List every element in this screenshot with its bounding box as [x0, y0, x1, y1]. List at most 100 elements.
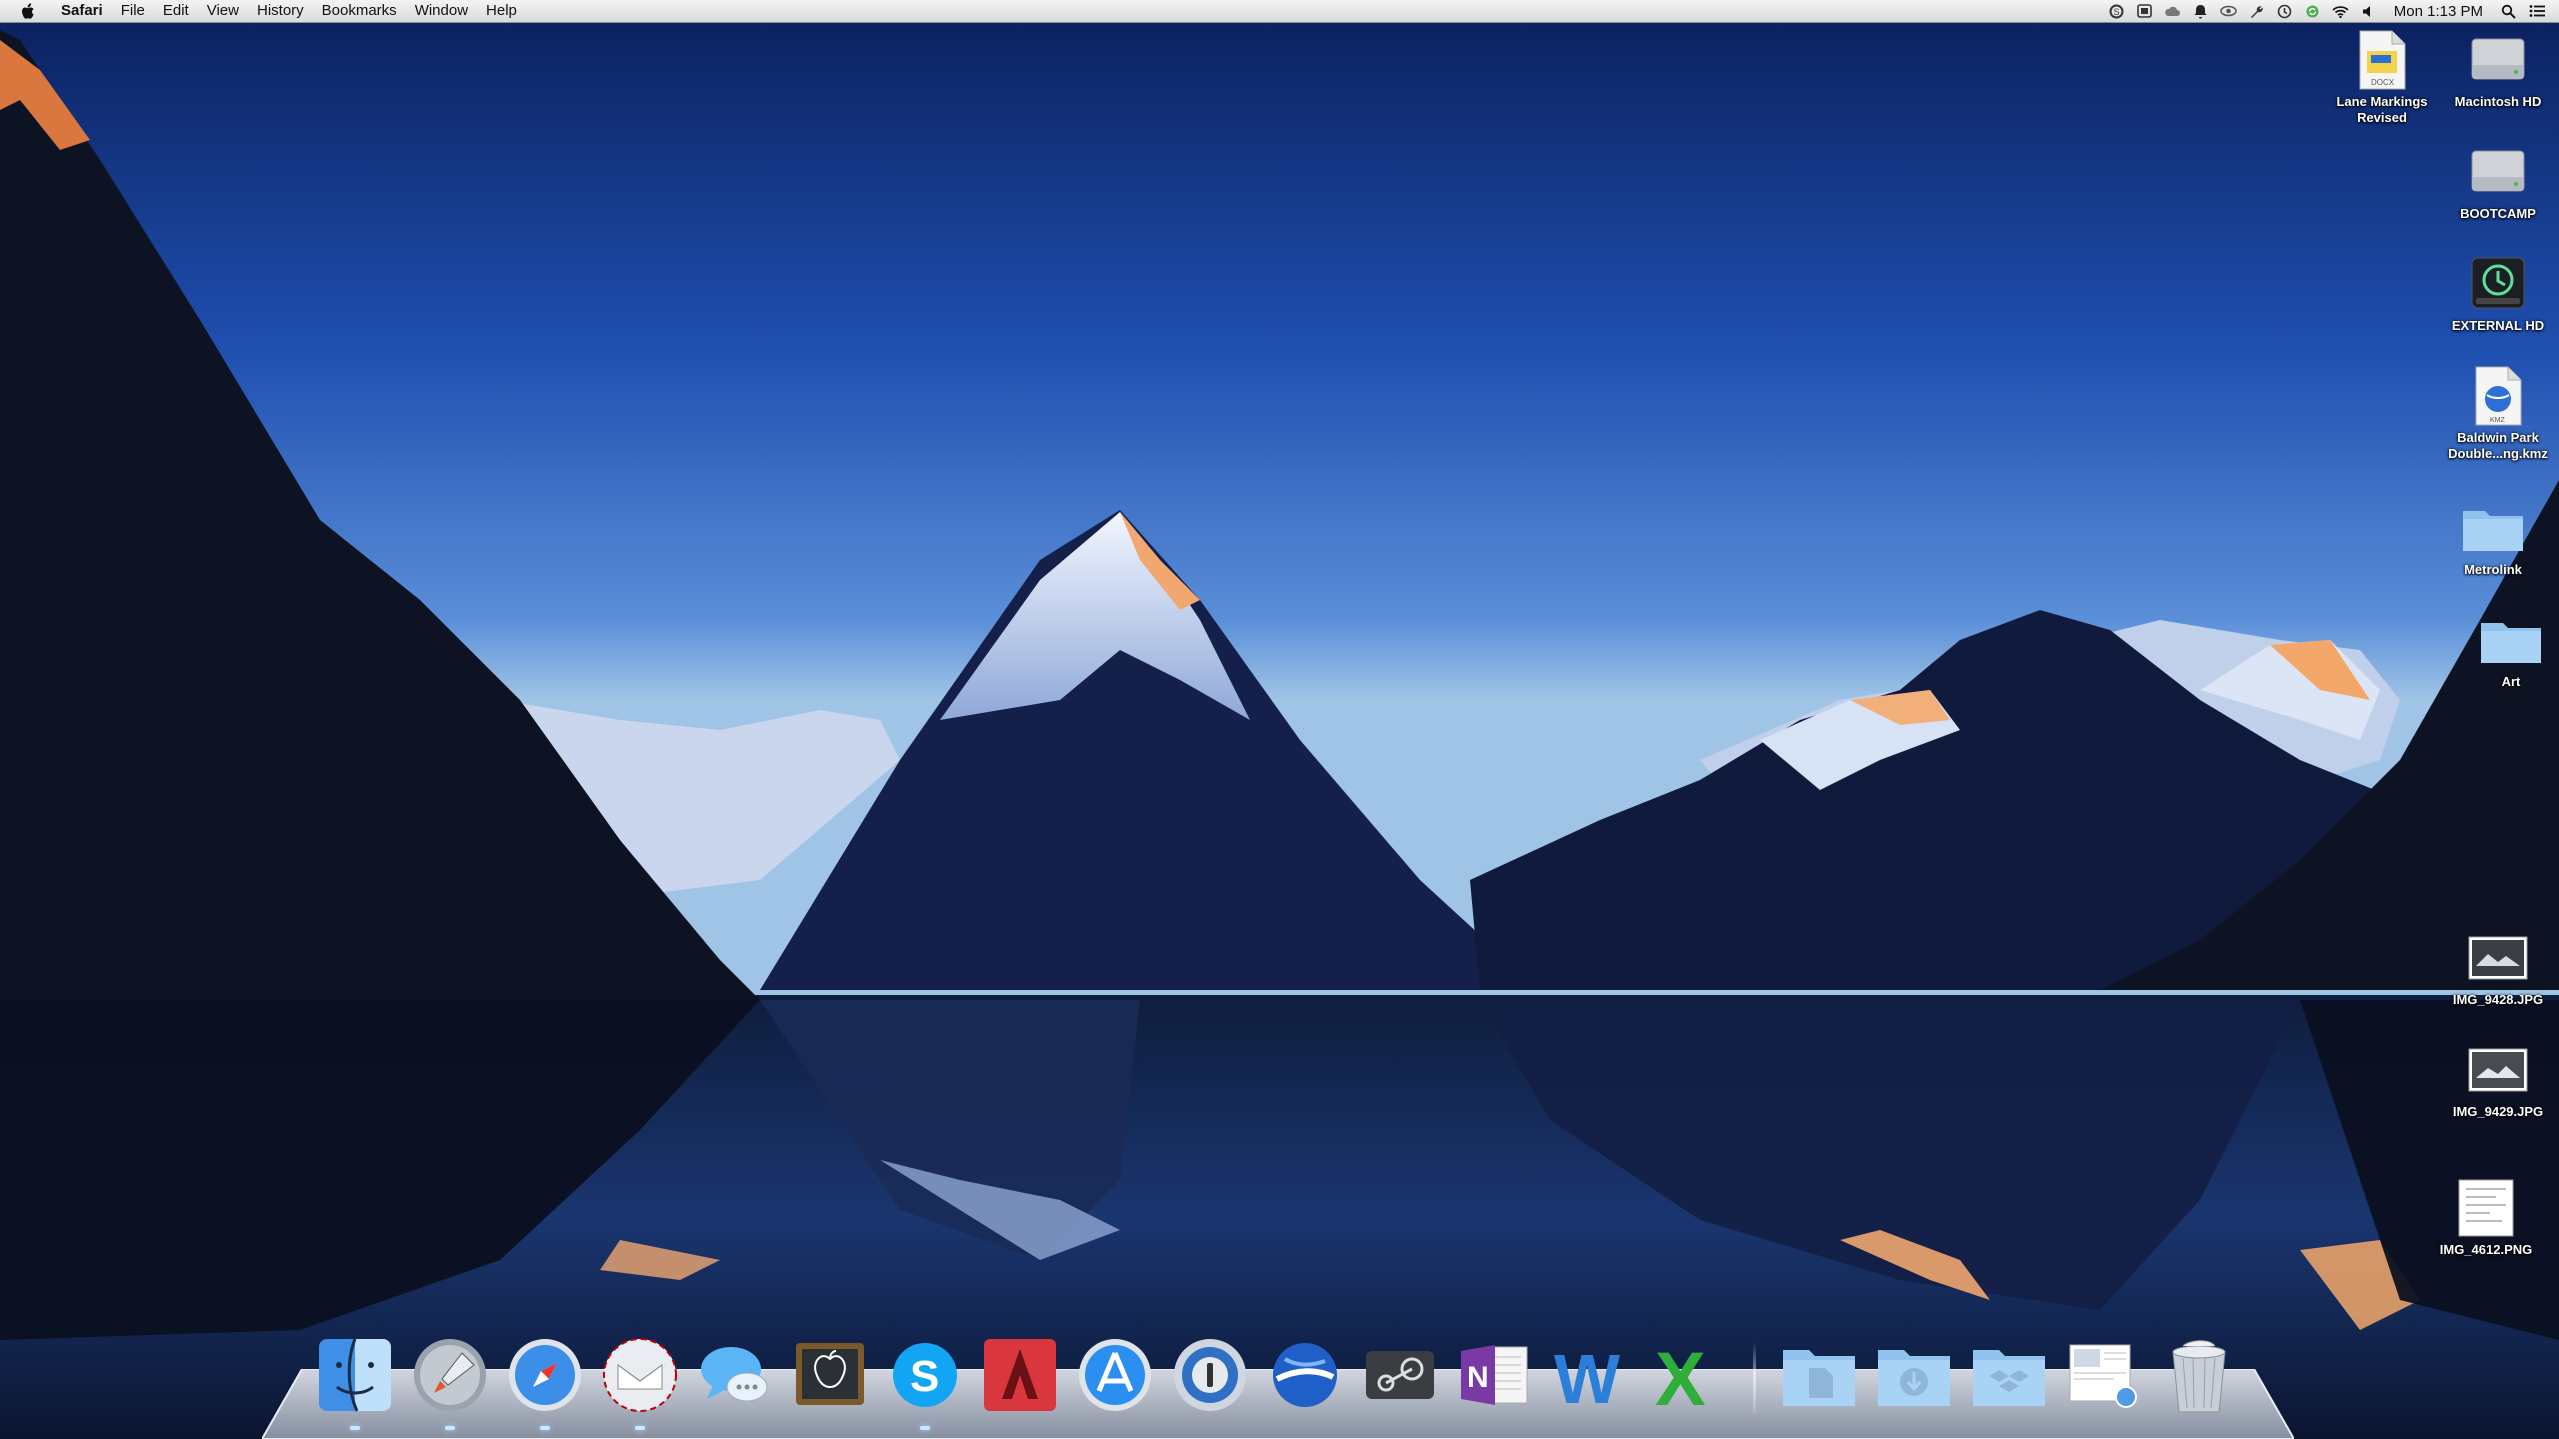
desktop-item-bootcamp[interactable]: BOOTCAMP — [2438, 140, 2558, 222]
desktop-wallpaper — [0, 0, 2559, 1439]
google-earth-icon — [1273, 1343, 1337, 1407]
running-indicator — [540, 1426, 550, 1430]
menu-help[interactable]: Help — [477, 0, 526, 22]
dock-app-store[interactable] — [1072, 1330, 1158, 1420]
autocad-icon — [984, 1339, 1056, 1411]
trash-icon — [2172, 1340, 2226, 1413]
folder-icon — [2479, 608, 2543, 672]
image-thumbnail-icon — [2454, 1176, 2518, 1240]
skype-icon: S — [893, 1343, 957, 1407]
steam-icon — [1366, 1351, 1434, 1399]
desktop-item-art-folder[interactable]: Art — [2451, 608, 2559, 690]
hard-drive-icon — [2466, 28, 2530, 92]
excel-icon: X — [1655, 1337, 1706, 1415]
wrench-status-icon[interactable] — [2248, 3, 2265, 20]
menu-history[interactable]: History — [248, 0, 313, 22]
dock-excel[interactable]: X — [1642, 1330, 1728, 1420]
status-menus: S Mon 1:13 PM — [2108, 0, 2545, 22]
mail-icon — [603, 1338, 677, 1412]
finder-icon — [319, 1338, 391, 1412]
menu-bar: Safari File Edit View History Bookmarks … — [0, 0, 2559, 23]
desktop-item-lane-markings[interactable]: DOCX Lane Markings Revised — [2322, 28, 2442, 126]
running-indicator — [445, 1426, 455, 1430]
dock: S N W X — [312, 1320, 2251, 1430]
dock-word[interactable]: W — [1547, 1330, 1633, 1420]
desktop-item-external-hd[interactable]: EXTERNAL HD — [2438, 252, 2558, 334]
dock-finder[interactable] — [312, 1330, 398, 1430]
desktop-item-macintosh-hd[interactable]: Macintosh HD — [2438, 28, 2558, 110]
preview-stack-icon — [2069, 1344, 2137, 1408]
menu-window[interactable]: Window — [406, 0, 477, 22]
menu-bookmarks[interactable]: Bookmarks — [313, 0, 406, 22]
desktop-item-label: Baldwin Park Double...ng.kmz — [2448, 430, 2548, 461]
svg-text:S: S — [2113, 7, 2119, 17]
dock-dropbox-stack[interactable] — [1966, 1330, 2052, 1420]
onenote-icon: N — [1461, 1345, 1528, 1405]
desktop-item-label: Art — [2501, 674, 2521, 689]
dock-launchpad[interactable] — [407, 1330, 493, 1430]
desktop-item-label: Metrolink — [2464, 562, 2522, 577]
running-indicator — [635, 1426, 645, 1430]
desktop-item-label: Lane Markings Revised — [2336, 94, 2428, 125]
time-machine-status-icon[interactable] — [2276, 3, 2293, 20]
dock-messages[interactable] — [692, 1330, 778, 1420]
dock-documents-stack[interactable] — [1776, 1330, 1862, 1420]
notification-center-icon[interactable] — [2528, 3, 2545, 20]
image-thumbnail-icon — [2466, 926, 2530, 990]
desktop-item-label: EXTERNAL HD — [2451, 318, 2545, 333]
dock-skype[interactable]: S — [882, 1330, 968, 1430]
dock-safari[interactable] — [502, 1330, 588, 1430]
image-thumbnail-icon — [2466, 1038, 2530, 1102]
apple-menu-icon[interactable] — [18, 0, 38, 22]
running-indicator — [920, 1426, 930, 1430]
time-machine-drive-icon — [2466, 252, 2530, 316]
svg-text:X: X — [1655, 1337, 1706, 1415]
desktop-item-label: BOOTCAMP — [2460, 206, 2536, 221]
dock-trash[interactable] — [2156, 1330, 2242, 1420]
downloads-stack-icon — [1878, 1350, 1950, 1406]
messages-icon — [701, 1347, 768, 1402]
dock-separator — [1753, 1342, 1756, 1414]
dock-preview-stack[interactable] — [2061, 1330, 2147, 1420]
desktop-item-label: IMG_9428.JPG — [2452, 992, 2544, 1007]
menu-app-name[interactable]: Safari — [52, 0, 112, 22]
dock-mail[interactable] — [597, 1330, 683, 1430]
word-icon: W — [1554, 1340, 1620, 1415]
skype-status-icon[interactable]: S — [2108, 3, 2125, 20]
menu-clock[interactable]: Mon 1:13 PM — [2388, 3, 2489, 20]
spotlight-search-icon[interactable] — [2500, 3, 2517, 20]
wifi-icon[interactable] — [2332, 3, 2349, 20]
menu-view[interactable]: View — [198, 0, 248, 22]
dock-autocad[interactable] — [977, 1330, 1063, 1420]
bell-status-icon[interactable] — [2192, 3, 2209, 20]
dock-steam[interactable] — [1357, 1330, 1443, 1420]
desktop-item-img-4612[interactable]: IMG_4612.PNG — [2426, 1176, 2546, 1258]
menu-file[interactable]: File — [112, 0, 154, 22]
documents-stack-icon — [1783, 1350, 1855, 1406]
1password-icon — [1174, 1339, 1246, 1411]
keynote-icon — [796, 1343, 864, 1405]
menu-edit[interactable]: Edit — [154, 0, 198, 22]
desktop-item-label: IMG_9429.JPG — [2452, 1104, 2544, 1119]
desktop-item-img-9428[interactable]: IMG_9428.JPG — [2438, 926, 2558, 1008]
svg-text:W: W — [1554, 1340, 1620, 1415]
eye-status-icon[interactable] — [2220, 3, 2237, 20]
desktop-item-label: Macintosh HD — [2454, 94, 2542, 109]
kmz-file-icon: KMZ — [2466, 364, 2530, 428]
desktop-item-img-9429[interactable]: IMG_9429.JPG — [2438, 1038, 2558, 1120]
desktop-item-label: IMG_4612.PNG — [2439, 1242, 2533, 1257]
cloud-status-icon[interactable] — [2164, 3, 2181, 20]
dock-downloads-stack[interactable] — [1871, 1330, 1957, 1420]
dock-1password[interactable] — [1167, 1330, 1253, 1420]
sync-status-icon[interactable] — [2304, 3, 2321, 20]
app-status-icon[interactable] — [2136, 3, 2153, 20]
dock-google-earth[interactable] — [1262, 1330, 1348, 1420]
desktop-item-baldwin-park-kmz[interactable]: KMZ Baldwin Park Double...ng.kmz — [2438, 364, 2558, 462]
dock-keynote[interactable] — [787, 1330, 873, 1420]
desktop-item-metrolink-folder[interactable]: Metrolink — [2433, 496, 2553, 578]
safari-icon — [509, 1339, 581, 1411]
app-store-icon — [1079, 1339, 1151, 1411]
volume-icon[interactable] — [2360, 3, 2377, 20]
docx-file-icon: DOCX — [2350, 28, 2414, 92]
dock-onenote[interactable]: N — [1452, 1330, 1538, 1420]
